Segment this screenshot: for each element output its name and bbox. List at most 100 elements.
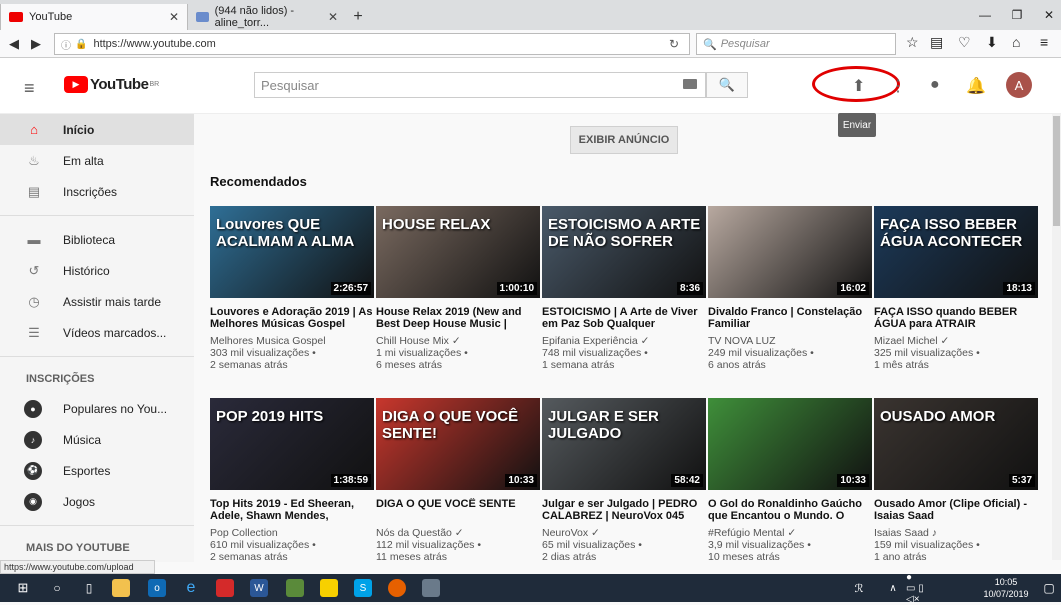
upload-icon[interactable]: ⬆ [852,76,865,96]
video-title[interactable]: FAÇA ISSO quando BEBER ÁGUA para ATRAIR [874,306,1038,330]
channel-name[interactable]: TV NOVA LUZ [708,335,872,347]
taskbar-clock[interactable]: 10:05 10/07/2019 [978,576,1034,600]
video-thumbnail[interactable]: 10:33 [708,398,872,490]
minimize-icon[interactable]: — [970,0,1000,30]
notifications-icon[interactable]: ▢ [1040,579,1058,597]
home-browser-icon[interactable]: ⌂ [1012,34,1020,50]
file-explorer-icon[interactable] [112,579,130,597]
video-title[interactable]: ESTOICISMO | A Arte de Viver em Paz Sob … [542,306,706,330]
tab-mail[interactable]: (944 não lidos) - aline_torr... ✕ [188,4,346,30]
edge-icon[interactable]: e [182,579,200,597]
keyboard-icon[interactable] [683,79,697,89]
video-card[interactable]: DIGA O QUE VOCÊ SENTE! 10:33 DIGA O QUE VO… [376,398,540,563]
video-thumbnail[interactable]: POP 2019 HITS 1:38:59 [210,398,374,490]
search-button[interactable]: 🔍 [706,72,748,98]
reading-list-icon[interactable]: ▤ [930,34,943,51]
video-thumbnail[interactable]: ESTOICISMO A ARTE DE NÃO SOFRER 8:36 [542,206,706,298]
video-title[interactable]: DIGA O QUE VOCÊ SENTE [376,498,540,522]
channel-name[interactable]: Pop Collection [210,527,374,539]
sidebar-sub-esportes[interactable]: ⚽ Esportes [0,455,194,486]
reload-icon[interactable]: ↻ [669,37,679,51]
video-card[interactable]: FAÇA ISSO BEBER ÁGUA ACONTECER 18:13 FAÇA … [874,206,1038,371]
people-icon[interactable]: ℛ [850,579,868,597]
outlook-icon[interactable]: o [148,579,166,597]
close-icon[interactable]: ✕ [328,10,338,24]
bookmark-star-icon[interactable]: ☆ [906,34,919,51]
video-card[interactable]: Louvores QUE ACALMAM A ALMA 2:26:57 Louvor… [210,206,374,371]
sidebar-sub-populares[interactable]: ● Populares no You... [0,393,194,424]
skype-icon[interactable]: S [354,579,372,597]
sidebar-sub-musica[interactable]: ♪ Música [0,424,194,455]
video-card[interactable]: POP 2019 HITS 1:38:59 Top Hits 2019 - Ed S… [210,398,374,563]
sidebar-item-biblioteca[interactable]: ▬ Biblioteca [0,224,194,255]
app-icon[interactable] [286,579,304,597]
video-title[interactable]: Ousado Amor (Clipe Oficial) - Isaias Saa… [874,498,1038,522]
video-thumbnail[interactable]: JULGAR E SER JULGADO 58:42 [542,398,706,490]
video-thumbnail[interactable]: HOUSE RELAX 1:00:10 [376,206,540,298]
search-input[interactable]: Pesquisar [254,72,706,98]
tab-youtube[interactable]: YouTube ✕ [0,4,188,30]
browser-search-input[interactable]: 🔍 Pesquisar [696,33,896,55]
video-title[interactable]: Julgar e ser Julgado | PEDRO CALABREZ | … [542,498,706,522]
menu-browser-icon[interactable]: ≡ [1040,34,1048,50]
video-title[interactable]: House Relax 2019 (New and Best Deep Hous… [376,306,540,330]
scrollbar[interactable] [1052,114,1061,560]
back-icon[interactable]: ◀ [6,36,22,52]
close-window-icon[interactable]: ✕ [1034,0,1061,30]
video-card[interactable]: JULGAR E SER JULGADO 58:42 Julgar e ser Ju… [542,398,706,563]
video-card[interactable]: 10:33 O Gol do Ronaldinho Gaúcho que Enca… [708,398,872,563]
channel-name[interactable]: Chill House Mix ✓ [376,335,540,347]
video-card[interactable]: ESTOICISMO A ARTE DE NÃO SOFRER 8:36 ESTOI… [542,206,706,371]
video-card[interactable]: HOUSE RELAX 1:00:10 House Relax 2019 (New … [376,206,540,371]
video-thumbnail[interactable]: DIGA O QUE VOCÊ SENTE! 10:33 [376,398,540,490]
show-ad-button[interactable]: EXIBIR ANÚNCIO [570,126,678,154]
youtube-logo[interactable]: ▶ YouTube BR [64,76,159,93]
video-card[interactable]: OUSADO AMOR 5:37 Ousado Amor (Clipe Oficia… [874,398,1038,563]
apps-grid-icon[interactable]: ⋮ [890,76,906,96]
video-thumbnail[interactable]: Louvores QUE ACALMAM A ALMA 2:26:57 [210,206,374,298]
avatar[interactable]: A [1006,72,1032,98]
video-thumbnail[interactable]: 16:02 [708,206,872,298]
video-title[interactable]: Louvores e Adoração 2019 | As Melhores M… [210,306,374,330]
sidebar-sub-jogos[interactable]: ◉ Jogos [0,486,194,517]
sidebar-item-assistir-mais-tarde[interactable]: ◷ Assistir mais tarde [0,286,194,317]
paint-icon[interactable] [422,579,440,597]
new-tab-button[interactable]: + [346,4,370,30]
acrobat-icon[interactable] [216,579,234,597]
hamburger-menu-icon[interactable]: ≡ [24,78,35,99]
word-icon[interactable]: W [250,579,268,597]
video-card[interactable]: 16:02 Divaldo Franco | Constelação Famili… [708,206,872,371]
pocket-icon[interactable]: ♡ [958,34,971,51]
channel-name[interactable]: Nós da Questão ✓ [376,527,540,539]
tray-icons[interactable]: ● ▭ ▯ ◁× [906,572,924,605]
tray-chevron-icon[interactable]: ∧ [884,579,902,597]
task-view-icon[interactable]: ▯ [80,579,98,597]
sidebar-item-historico[interactable]: ↺ Histórico [0,255,194,286]
sidebar-item-inicio[interactable]: ⌂ Início [0,114,194,145]
close-icon[interactable]: ✕ [169,10,179,24]
video-title[interactable]: Top Hits 2019 - Ed Sheeran, Adele, Shawn… [210,498,374,522]
channel-name[interactable]: NeuroVox ✓ [542,527,706,539]
search-taskbar-icon[interactable]: ○ [48,579,66,597]
video-thumbnail[interactable]: OUSADO AMOR 5:37 [874,398,1038,490]
channel-name[interactable]: Mizael Michel ✓ [874,335,1038,347]
channel-name[interactable]: Isaias Saad ♪ [874,527,1038,539]
maximize-icon[interactable]: ❐ [1002,0,1032,30]
channel-name[interactable]: Melhores Musica Gospel [210,335,374,347]
sidebar-item-videos-marcados[interactable]: ☰ Vídeos marcados... [0,317,194,348]
sidebar-item-em-alta[interactable]: ♨ Em alta [0,145,194,176]
channel-name[interactable]: #Refúgio Mental ✓ [708,527,872,539]
windows-start-icon[interactable]: ⊞ [14,579,32,597]
messages-icon[interactable]: ● [930,76,940,94]
url-bar[interactable]: ⓘ 🔒 https://www.youtube.com ↻ [54,33,690,55]
download-icon[interactable]: ⬇ [986,34,998,51]
video-thumbnail[interactable]: FAÇA ISSO BEBER ÁGUA ACONTECER 18:13 [874,206,1038,298]
video-title[interactable]: Divaldo Franco | Constelação Familiar [708,306,872,330]
sticky-notes-icon[interactable] [320,579,338,597]
channel-name[interactable]: Epifania Experiência ✓ [542,335,706,347]
firefox-icon[interactable] [388,579,406,597]
scrollbar-thumb[interactable] [1053,116,1060,226]
video-title[interactable]: O Gol do Ronaldinho Gaúcho que Encantou … [708,498,872,522]
notifications-bell-icon[interactable]: 🔔 [966,76,986,96]
sidebar-item-inscricoes[interactable]: ▤ Inscrições [0,176,194,207]
